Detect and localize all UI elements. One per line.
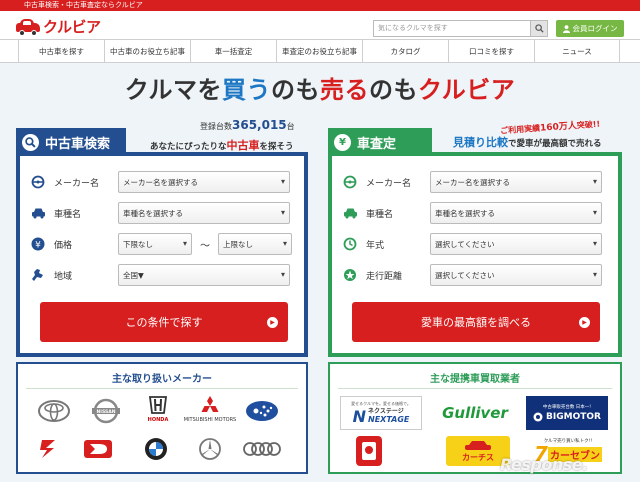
nav-appraisal-articles[interactable]: 車査定のお役立ち記事: [276, 40, 362, 62]
search-submit-button[interactable]: この条件で探す ▶: [40, 302, 288, 342]
nextage-logo[interactable]: 愛せるクルマを。愛せる価格で。 N ネクステージ NEXTAGE: [340, 396, 422, 430]
toyota-logo-icon[interactable]: [34, 396, 74, 426]
steering-wheel-icon: [342, 174, 358, 190]
appraisal-tagline: 見積り比較で愛車が最高額で売れる: [453, 136, 602, 149]
top-bar: 中古車検索・中古車査定ならクルビア: [0, 0, 640, 11]
steering-wheel-icon: [30, 174, 46, 190]
nav-catalog[interactable]: カタログ: [362, 40, 448, 62]
yen-icon: ¥: [334, 133, 351, 151]
appraisal-submit-button[interactable]: 愛車の最高額を調べる ▶: [352, 302, 600, 342]
used-search-tab: 中古車検索: [16, 128, 126, 156]
price-row: ¥ 価格 下限なし 〜 上限なし: [30, 232, 292, 256]
appraisal-panel: ¥ 車査定 メーカー名 メーカー名を選択する 車種名 車種名を選択する 年式 選…: [328, 128, 622, 357]
area-select[interactable]: 全国▼: [118, 264, 290, 286]
car-icon: [465, 440, 491, 450]
arrow-right-icon: ▶: [579, 317, 590, 328]
logo-text: クルビア: [43, 18, 101, 36]
used-search-tagline: あなたにぴったりな中古車を探そう: [150, 139, 294, 152]
svg-text:NISSAN: NISSAN: [97, 409, 116, 415]
search-icon: [22, 133, 39, 151]
year-select[interactable]: 選択してください: [430, 233, 602, 255]
mileage-row: 走行距離 選択してください: [342, 263, 602, 287]
appraisal-maker-row: メーカー名 メーカー名を選択する: [342, 170, 602, 194]
appraisal-model-row: 車種名 車種名を選択する: [342, 201, 602, 225]
daihatsu-logo-icon[interactable]: [78, 434, 118, 464]
model-row: 車種名 車種名を選択する: [30, 201, 290, 225]
makers-title: 主な取り扱いメーカー: [112, 374, 212, 385]
nav-used-articles[interactable]: 中古車のお役立ち記事: [104, 40, 190, 62]
search-button[interactable]: [531, 20, 548, 37]
dealer-badge-icon[interactable]: [356, 436, 382, 466]
used-car-search-panel: 中古車検索 メーカー名 メーカー名を選択する 車種名 車種名を選択する ¥ 価格…: [16, 128, 308, 357]
area-row: 地域 全国▼: [30, 263, 290, 287]
suzuki-logo-icon[interactable]: [28, 434, 68, 464]
honda-logo-icon[interactable]: HONDA: [138, 394, 178, 424]
price-min-select[interactable]: 下限なし: [118, 233, 192, 255]
calendar-refresh-icon: [342, 236, 358, 252]
subaru-logo-icon[interactable]: [242, 396, 282, 426]
nav-bulk-appraisal[interactable]: 車一括査定: [190, 40, 276, 62]
dealers-title: 主な提携車買取業者: [430, 374, 520, 385]
search-icon: [534, 24, 544, 33]
appraisal-tab: ¥ 車査定: [328, 128, 432, 156]
svg-text:¥: ¥: [35, 241, 41, 251]
car-icon: [342, 205, 358, 221]
audi-logo-icon[interactable]: [242, 434, 282, 464]
nav-news[interactable]: ニュース: [534, 40, 620, 62]
site-logo[interactable]: クルビア: [16, 16, 101, 37]
bigmotor-logo[interactable]: 中古車販売台数 日本一! BIGMOTOR: [526, 396, 608, 430]
nav-reviews[interactable]: 口コミを探す: [448, 40, 534, 62]
year-row: 年式 選択してください: [342, 232, 602, 256]
gulliver-logo[interactable]: Gulliver: [434, 400, 516, 426]
mercedes-logo-icon[interactable]: [190, 434, 230, 464]
car-logo-icon: [16, 18, 40, 36]
search-input[interactable]: 気になるクルマを探す: [373, 20, 531, 37]
mitsubishi-logo-icon[interactable]: MITSUBISHI MOTORS: [184, 394, 236, 424]
yen-icon: ¥: [30, 236, 46, 252]
user-icon: [562, 24, 570, 33]
appraisal-model-select[interactable]: 車種名を選択する: [430, 202, 602, 224]
listing-count: 登録台数365,015台: [200, 118, 295, 132]
mileage-select[interactable]: 選択してください: [430, 264, 602, 286]
car-icon: [30, 205, 46, 221]
bmw-logo-icon[interactable]: [136, 434, 176, 464]
model-select[interactable]: 車種名を選択する: [118, 202, 290, 224]
nissan-logo-icon[interactable]: NISSAN: [86, 396, 126, 426]
mileage-icon: [342, 267, 358, 283]
price-max-select[interactable]: 上限なし: [218, 233, 292, 255]
map-area-icon: [30, 267, 46, 283]
nav-used-cars[interactable]: 中古車を探す: [18, 40, 104, 62]
member-login-button[interactable]: 会員ログイン: [556, 20, 624, 37]
arrow-right-icon: ▶: [267, 317, 278, 328]
maker-select[interactable]: メーカー名を選択する: [118, 171, 290, 193]
appraisal-maker-select[interactable]: メーカー名を選択する: [430, 171, 602, 193]
makers-box: 主な取り扱いメーカー NISSAN HONDA MITSUBISHI MOTOR…: [16, 362, 308, 474]
login-label: 会員ログイン: [572, 24, 618, 33]
bigmotor-mark-icon: [533, 412, 543, 422]
hero-headline: クルマを買うのも売るのもクルビア: [124, 76, 516, 104]
response-watermark: Response.: [500, 455, 588, 474]
global-nav: 中古車を探す 中古車のお役立ち記事 車一括査定 車査定のお役立ち記事 カタログ …: [0, 39, 640, 63]
maker-row: メーカー名 メーカー名を選択する: [30, 170, 290, 194]
